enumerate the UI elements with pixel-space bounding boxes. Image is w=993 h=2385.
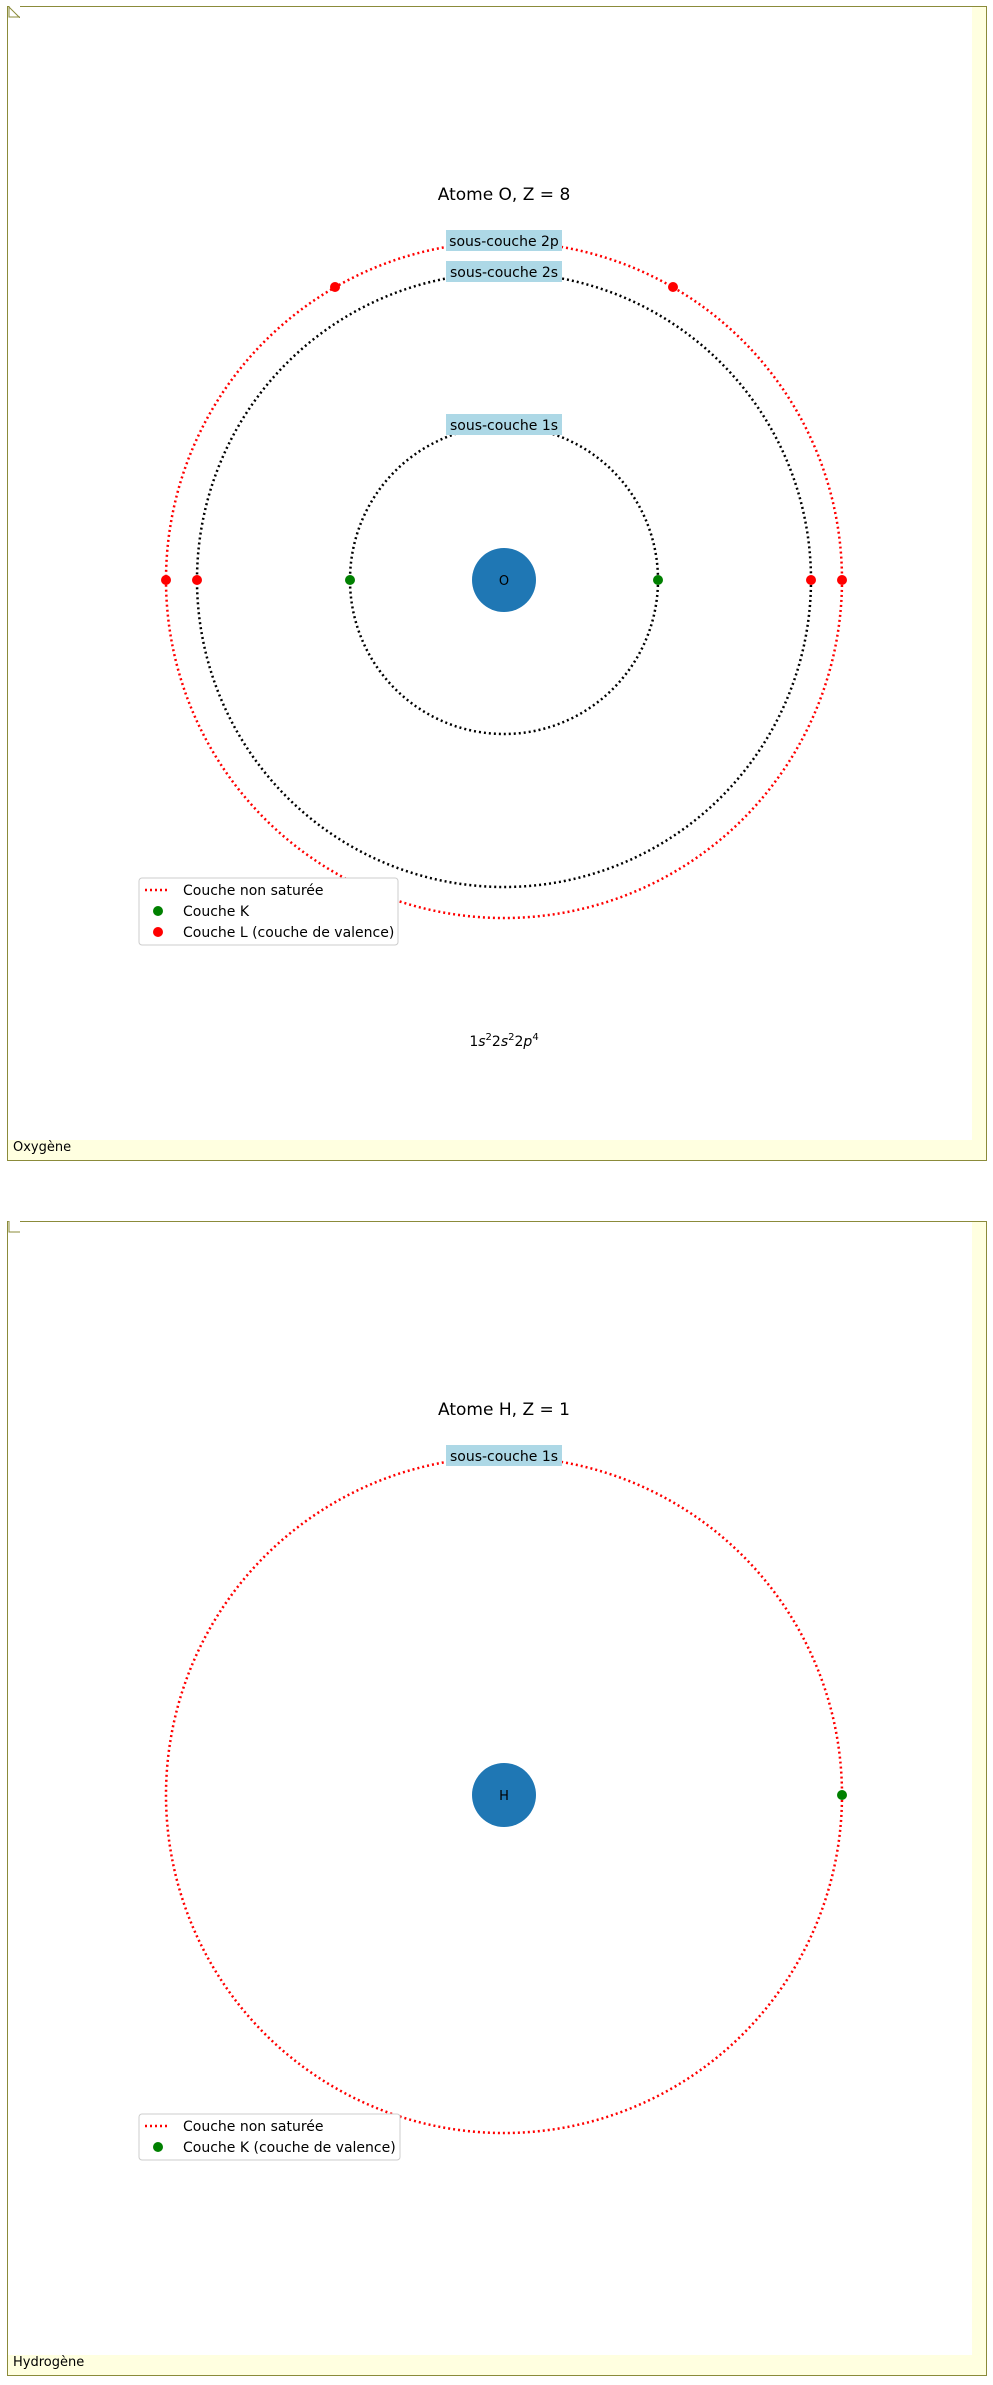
electron-l xyxy=(837,575,847,585)
electron-l xyxy=(330,282,340,292)
subshell-2s-label: sous-couche 2s xyxy=(450,265,558,281)
nucleus-label: H xyxy=(499,1789,509,1804)
electron-l xyxy=(161,575,171,585)
legend-item: Couche K (couche de valence) xyxy=(183,2140,396,2156)
legend-item: Couche non saturée xyxy=(183,2119,324,2135)
electron-k xyxy=(345,575,355,585)
legend-k-swatch xyxy=(153,906,163,916)
subshell-2p-label: sous-couche 2p xyxy=(449,234,559,250)
electron-l xyxy=(192,575,202,585)
subshell-1s-label: sous-couche 1s xyxy=(450,1449,558,1465)
legend-item: Couche L (couche de valence) xyxy=(183,925,394,941)
diagram-title: Atome H, Z = 1 xyxy=(438,1400,570,1420)
electron-l xyxy=(668,282,678,292)
hydrogen-diagram: Atome H, Z = 1 H sous-couche 1s Couche n… xyxy=(138,1400,847,2161)
electron-configuration: 1s22s22p4 xyxy=(469,1032,538,1050)
legend: Couche non saturée Couche K Couche L (co… xyxy=(138,877,399,946)
legend-l-swatch xyxy=(153,927,163,937)
legend-k-swatch xyxy=(153,2142,163,2152)
oxygen-diagram: Atome O, Z = 8 O sous-couche 2p sous-cou… xyxy=(138,185,847,1050)
electron-k xyxy=(653,575,663,585)
nucleus-label: O xyxy=(499,574,509,589)
legend-item: Couche non saturée xyxy=(183,883,324,899)
subshell-1s-label: sous-couche 1s xyxy=(450,418,558,434)
electron-k xyxy=(837,1790,847,1800)
diagram-title: Atome O, Z = 8 xyxy=(438,185,571,205)
legend-item: Couche K xyxy=(183,904,250,920)
electron-l xyxy=(806,575,816,585)
legend: Couche non saturée Couche K (couche de v… xyxy=(138,2113,401,2161)
